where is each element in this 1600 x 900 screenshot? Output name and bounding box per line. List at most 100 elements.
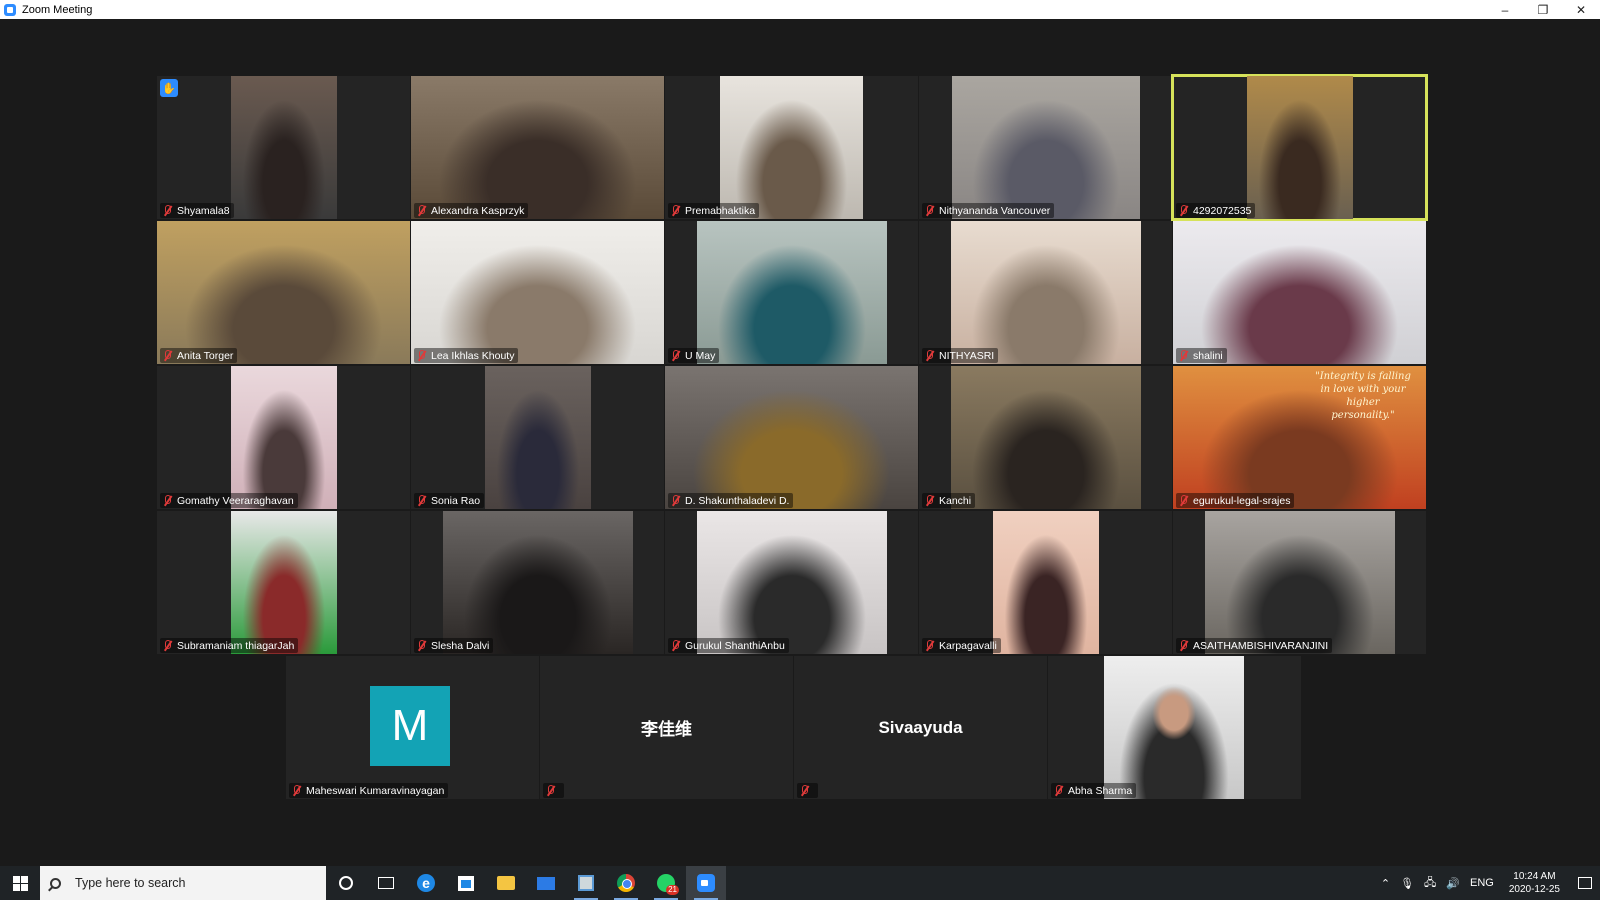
participant-name-label: Shyamala8	[160, 203, 234, 218]
muted-mic-icon	[416, 494, 426, 507]
zoom-taskbar-button[interactable]	[686, 866, 726, 900]
muted-mic-icon	[924, 204, 934, 217]
restore-button[interactable]: ❐	[1524, 0, 1562, 19]
participant-tile[interactable]: Kanchi	[919, 366, 1172, 509]
participant-name: Premabhaktika	[685, 204, 756, 217]
participant-tile[interactable]: Sivaayuda	[794, 656, 1047, 799]
participant-name-label: Kanchi	[922, 493, 976, 508]
search-icon	[50, 877, 61, 889]
participant-tile[interactable]: Gurukul ShanthiAnbu	[665, 511, 918, 654]
muted-mic-icon	[924, 349, 934, 362]
muted-mic-icon	[162, 204, 172, 217]
participant-tile[interactable]: ASAITHAMBISHIVARANJINI	[1173, 511, 1426, 654]
participant-tile[interactable]: ✋ Shyamala8	[157, 76, 410, 219]
gallery-view: ✋ Shyamala8 Alexandra Kasprzyk Premabhaktik…	[0, 19, 1600, 866]
muted-mic-icon	[670, 204, 680, 217]
window-title: Zoom Meeting	[22, 3, 93, 16]
participant-tile[interactable]: 4292072535	[1171, 74, 1428, 221]
participant-name-label: Sonia Rao	[414, 493, 485, 508]
task-view-button[interactable]	[366, 866, 406, 900]
participant-tile[interactable]: Karpagavalli	[919, 511, 1172, 654]
whatsapp-taskbar-button[interactable]: 21	[646, 866, 686, 900]
store-taskbar-button[interactable]	[446, 866, 486, 900]
taskbar-search-box[interactable]: Type here to search	[40, 866, 326, 900]
participant-tile[interactable]: Slesha Dalvi	[411, 511, 664, 654]
muted-mic-icon	[924, 639, 934, 652]
participant-name-label: Gurukul ShanthiAnbu	[668, 638, 789, 653]
edge-taskbar-button[interactable]: e	[406, 866, 446, 900]
app-taskbar-button[interactable]	[566, 866, 606, 900]
participant-name-label: Abha Sharma	[1051, 783, 1137, 798]
participant-name-label: shalini	[1176, 348, 1227, 363]
search-placeholder: Type here to search	[75, 876, 186, 890]
participant-tile[interactable]: Gomathy Veeraraghavan	[157, 366, 410, 509]
participant-tile[interactable]: U May	[665, 221, 918, 364]
muted-mic-icon	[1178, 494, 1188, 507]
muted-mic-icon	[162, 639, 172, 652]
muted-mic-icon	[799, 784, 809, 797]
participant-name-label: Alexandra Kasprzyk	[414, 203, 529, 218]
participant-video	[442, 511, 633, 654]
participant-video	[157, 221, 410, 364]
file-explorer-taskbar-button[interactable]	[486, 866, 526, 900]
zoom-icon	[697, 874, 715, 892]
action-center-button[interactable]	[1570, 866, 1600, 900]
mic-tray-icon[interactable]: 🎙	[1400, 877, 1414, 890]
participant-name: Kanchi	[939, 494, 972, 507]
participant-tile[interactable]: Premabhaktika	[665, 76, 918, 219]
network-icon[interactable]: 🖧	[1424, 874, 1436, 893]
participant-name: Abha Sharma	[1068, 784, 1133, 797]
participant-name: 4292072535	[1193, 204, 1252, 217]
participant-name: Alexandra Kasprzyk	[431, 204, 525, 217]
muted-mic-icon	[545, 784, 555, 797]
participant-tile[interactable]: Anita Torger	[157, 221, 410, 364]
participant-tile[interactable]: D. Shakunthaladevi D.	[665, 366, 918, 509]
participant-name-label: Gomathy Veeraraghavan	[160, 493, 298, 508]
start-button[interactable]	[0, 866, 40, 900]
muted-mic-icon	[1178, 204, 1188, 217]
participant-name-label: egurukul-legal-srajes	[1176, 493, 1295, 508]
participant-tile[interactable]: "Integrity is falling in love with your hi…	[1173, 366, 1426, 509]
language-indicator[interactable]: ENG	[1470, 877, 1494, 889]
participant-tile[interactable]: Abha Sharma	[1048, 656, 1301, 799]
participant-video	[665, 366, 918, 509]
participant-tile[interactable]: NITHYASRI	[919, 221, 1172, 364]
participant-name-label: U May	[668, 348, 720, 363]
participant-name-label: Subramaniam thiagarJah	[160, 638, 299, 653]
participant-name-label: Nithyananda Vancouver	[922, 203, 1055, 218]
muted-mic-icon	[1053, 784, 1063, 797]
participant-tile[interactable]: Lea Ikhlas Khouty	[411, 221, 664, 364]
participant-tile[interactable]: shalini	[1173, 221, 1426, 364]
participant-tile[interactable]: Nithyananda Vancouver	[919, 76, 1172, 219]
mail-taskbar-button[interactable]	[526, 866, 566, 900]
participant-name: Karpagavalli	[939, 639, 997, 652]
participant-tile[interactable]: 李佳维	[540, 656, 793, 799]
quote-line: "Integrity is falling	[1315, 371, 1411, 382]
minimize-button[interactable]: –	[1486, 0, 1524, 19]
participant-name: egurukul-legal-srajes	[1193, 494, 1291, 507]
close-button[interactable]: ✕	[1562, 0, 1600, 19]
participant-name-label: NITHYASRI	[922, 348, 999, 363]
cortana-icon	[339, 876, 353, 890]
clock-time: 10:24 AM	[1513, 871, 1556, 882]
participant-display-name: Sivaayuda	[878, 717, 963, 737]
participant-tile[interactable]: Subramaniam thiagarJah	[157, 511, 410, 654]
avatar: M	[370, 686, 450, 766]
edge-icon: e	[417, 874, 435, 892]
clock[interactable]: 10:24 AM 2020-12-25	[1509, 870, 1560, 896]
participant-name: Nithyananda Vancouver	[939, 204, 1051, 217]
participant-name: Sonia Rao	[431, 494, 481, 507]
chevron-up-icon[interactable]: ⌃	[1381, 877, 1390, 890]
participant-tile[interactable]: M Maheswari Kumaravinayagan	[286, 656, 539, 799]
participant-name: D. Shakunthaladevi D.	[685, 494, 790, 507]
cortana-button[interactable]	[326, 866, 366, 900]
participant-tile[interactable]: Sonia Rao	[411, 366, 664, 509]
participant-name: Maheswari Kumaravinayagan	[306, 784, 445, 797]
muted-mic-icon	[924, 494, 934, 507]
volume-icon[interactable]: 🔊	[1446, 877, 1460, 890]
chrome-taskbar-button[interactable]	[606, 866, 646, 900]
participant-video	[950, 221, 1141, 364]
participant-tile[interactable]: Alexandra Kasprzyk	[411, 76, 664, 219]
participant-name-label	[543, 783, 564, 798]
participant-video	[230, 76, 337, 219]
